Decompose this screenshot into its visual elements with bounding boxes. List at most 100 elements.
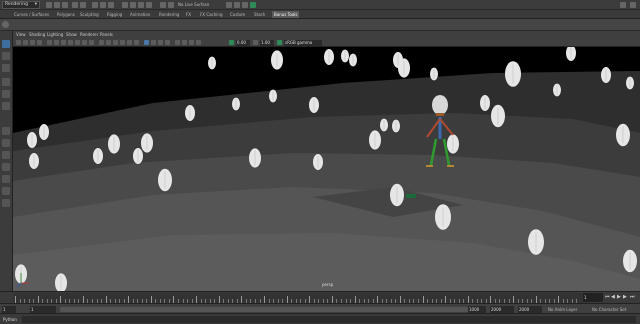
select-camera-icon[interactable]	[16, 40, 21, 45]
new-scene-icon[interactable]	[46, 2, 52, 8]
move-tool-icon[interactable]	[2, 78, 10, 86]
xray-joints-icon[interactable]	[158, 40, 163, 45]
shelf-tab[interactable]: Curves / Surfaces	[12, 11, 51, 18]
ipr-render-icon[interactable]	[234, 2, 240, 8]
shelf-tab[interactable]: Animation	[128, 11, 152, 18]
wireframe-icon[interactable]	[99, 40, 104, 45]
redo-icon[interactable]	[80, 2, 86, 8]
command-language-label[interactable]: Python	[3, 317, 17, 322]
command-input[interactable]	[22, 316, 636, 323]
side-by-side-layout-icon[interactable]	[2, 151, 10, 159]
ambient-occlusion-icon[interactable]	[175, 40, 180, 45]
anti-aliasing-icon[interactable]	[189, 40, 194, 45]
panel-menu-view[interactable]: View	[16, 32, 26, 37]
panel-menu-renderer[interactable]: Renderer	[80, 32, 98, 37]
gamma-icon[interactable]	[253, 40, 258, 45]
color-management-icon[interactable]	[277, 40, 282, 45]
hypershade-icon[interactable]	[250, 2, 256, 8]
image-plane-icon[interactable]	[37, 40, 42, 45]
smooth-shade-icon[interactable]	[106, 40, 111, 45]
field-chart-icon[interactable]	[75, 40, 80, 45]
go-to-end-icon[interactable]: ⏭	[630, 294, 635, 300]
history-icon[interactable]	[160, 2, 166, 8]
exposure-field[interactable]: 0.00	[236, 40, 250, 46]
step-forward-icon[interactable]: ▶	[623, 294, 628, 300]
gamma-field[interactable]: 1.00	[260, 40, 274, 46]
snap-curve-icon[interactable]	[130, 2, 136, 8]
persp-graph-layout-icon[interactable]	[2, 175, 10, 183]
scale-tool-icon[interactable]	[2, 102, 10, 110]
step-back-icon[interactable]: ◀	[611, 294, 616, 300]
shelf-tab[interactable]: Sculpting	[78, 11, 101, 18]
shelf-tab[interactable]: Stash	[252, 11, 267, 18]
shelf-tab[interactable]: Bonus Tools	[272, 11, 300, 18]
panel-menu-panels[interactable]: Panels	[100, 32, 113, 37]
shelf-tab[interactable]: Rendering	[157, 11, 181, 18]
wireframe-on-shaded-icon[interactable]	[113, 40, 118, 45]
snap-plane-icon[interactable]	[146, 2, 152, 8]
outliner-layout-icon[interactable]	[2, 199, 10, 207]
anim-layer-select[interactable]: No Anim Layer	[548, 307, 577, 312]
view-transform-select[interactable]: sRGB gamma	[284, 40, 322, 46]
play-icon[interactable]: ▶	[617, 294, 622, 300]
panel-menu-show[interactable]: Show	[66, 32, 77, 37]
anim-start-field[interactable]: 1	[2, 306, 16, 313]
magnet-icon[interactable]	[168, 2, 174, 8]
safe-action-icon[interactable]	[82, 40, 87, 45]
four-pane-layout-icon[interactable]	[2, 139, 10, 147]
shelf-tab[interactable]: Custom	[228, 11, 247, 18]
use-all-lights-icon[interactable]	[127, 40, 132, 45]
shelf-tab[interactable]: FX Caching	[198, 11, 224, 18]
shelf-tab[interactable]: Rigging	[105, 11, 124, 18]
backface-culling-icon[interactable]	[165, 40, 170, 45]
open-scene-icon[interactable]	[54, 2, 60, 8]
paint-select-icon[interactable]	[2, 64, 10, 72]
safe-title-icon[interactable]	[89, 40, 94, 45]
lasso-tool-icon[interactable]	[2, 52, 10, 60]
rotate-tool-icon[interactable]	[2, 90, 10, 98]
grid-toggle-icon[interactable]	[47, 40, 52, 45]
menu-set-select[interactable]: Rendering ▾	[2, 1, 40, 9]
motion-blur-icon[interactable]	[182, 40, 187, 45]
anim-end-field-b[interactable]: 2000	[518, 306, 542, 313]
sidebar-toggle-icon[interactable]	[620, 2, 626, 8]
go-to-start-icon[interactable]: ⏮	[605, 294, 610, 300]
current-frame-field[interactable]: 1	[583, 293, 603, 302]
viewport-persp[interactable]	[13, 47, 640, 291]
render-settings-icon[interactable]	[242, 2, 248, 8]
select-tool-icon[interactable]	[2, 40, 10, 48]
playback-start-field[interactable]: 1	[30, 306, 56, 313]
panel-menu-lighting[interactable]: Lighting	[47, 32, 63, 37]
select-object-icon[interactable]	[100, 2, 106, 8]
gate-mask-icon[interactable]	[68, 40, 73, 45]
save-scene-icon[interactable]	[62, 2, 68, 8]
live-surface-status[interactable]: No Live Surface	[178, 2, 209, 7]
settings-icon[interactable]	[630, 2, 636, 8]
isolate-select-icon[interactable]	[144, 40, 149, 45]
camera-attributes-icon[interactable]	[23, 40, 28, 45]
gear-icon[interactable]	[2, 21, 9, 28]
shelf-tab[interactable]: Polygons	[55, 11, 77, 18]
time-slider[interactable]: 1 ⏮ ◀ ▶ ▶ ⏭	[0, 291, 640, 303]
playback-end-field[interactable]: 1000	[468, 306, 486, 313]
exposure-icon[interactable]	[229, 40, 234, 45]
range-slider[interactable]	[60, 307, 480, 312]
select-component-icon[interactable]	[108, 2, 114, 8]
shadows-icon[interactable]	[134, 40, 139, 45]
single-pane-layout-icon[interactable]	[2, 127, 10, 135]
resolution-gate-icon[interactable]	[61, 40, 66, 45]
xray-icon[interactable]	[151, 40, 156, 45]
anim-end-field-a[interactable]: 2000	[490, 306, 514, 313]
snap-grid-icon[interactable]	[122, 2, 128, 8]
persp-outliner-layout-icon[interactable]	[2, 163, 10, 171]
undo-icon[interactable]	[72, 2, 78, 8]
snap-point-icon[interactable]	[138, 2, 144, 8]
render-icon[interactable]	[226, 2, 232, 8]
panel-menu-shading[interactable]: Shading	[29, 32, 45, 37]
character-set-select[interactable]: No Character Set	[592, 307, 626, 312]
film-gate-icon[interactable]	[54, 40, 59, 45]
textured-icon[interactable]	[120, 40, 125, 45]
shelf-tab[interactable]: FX	[184, 11, 193, 18]
time-ruler[interactable]	[13, 293, 583, 303]
depth-of-field-icon[interactable]	[196, 40, 201, 45]
